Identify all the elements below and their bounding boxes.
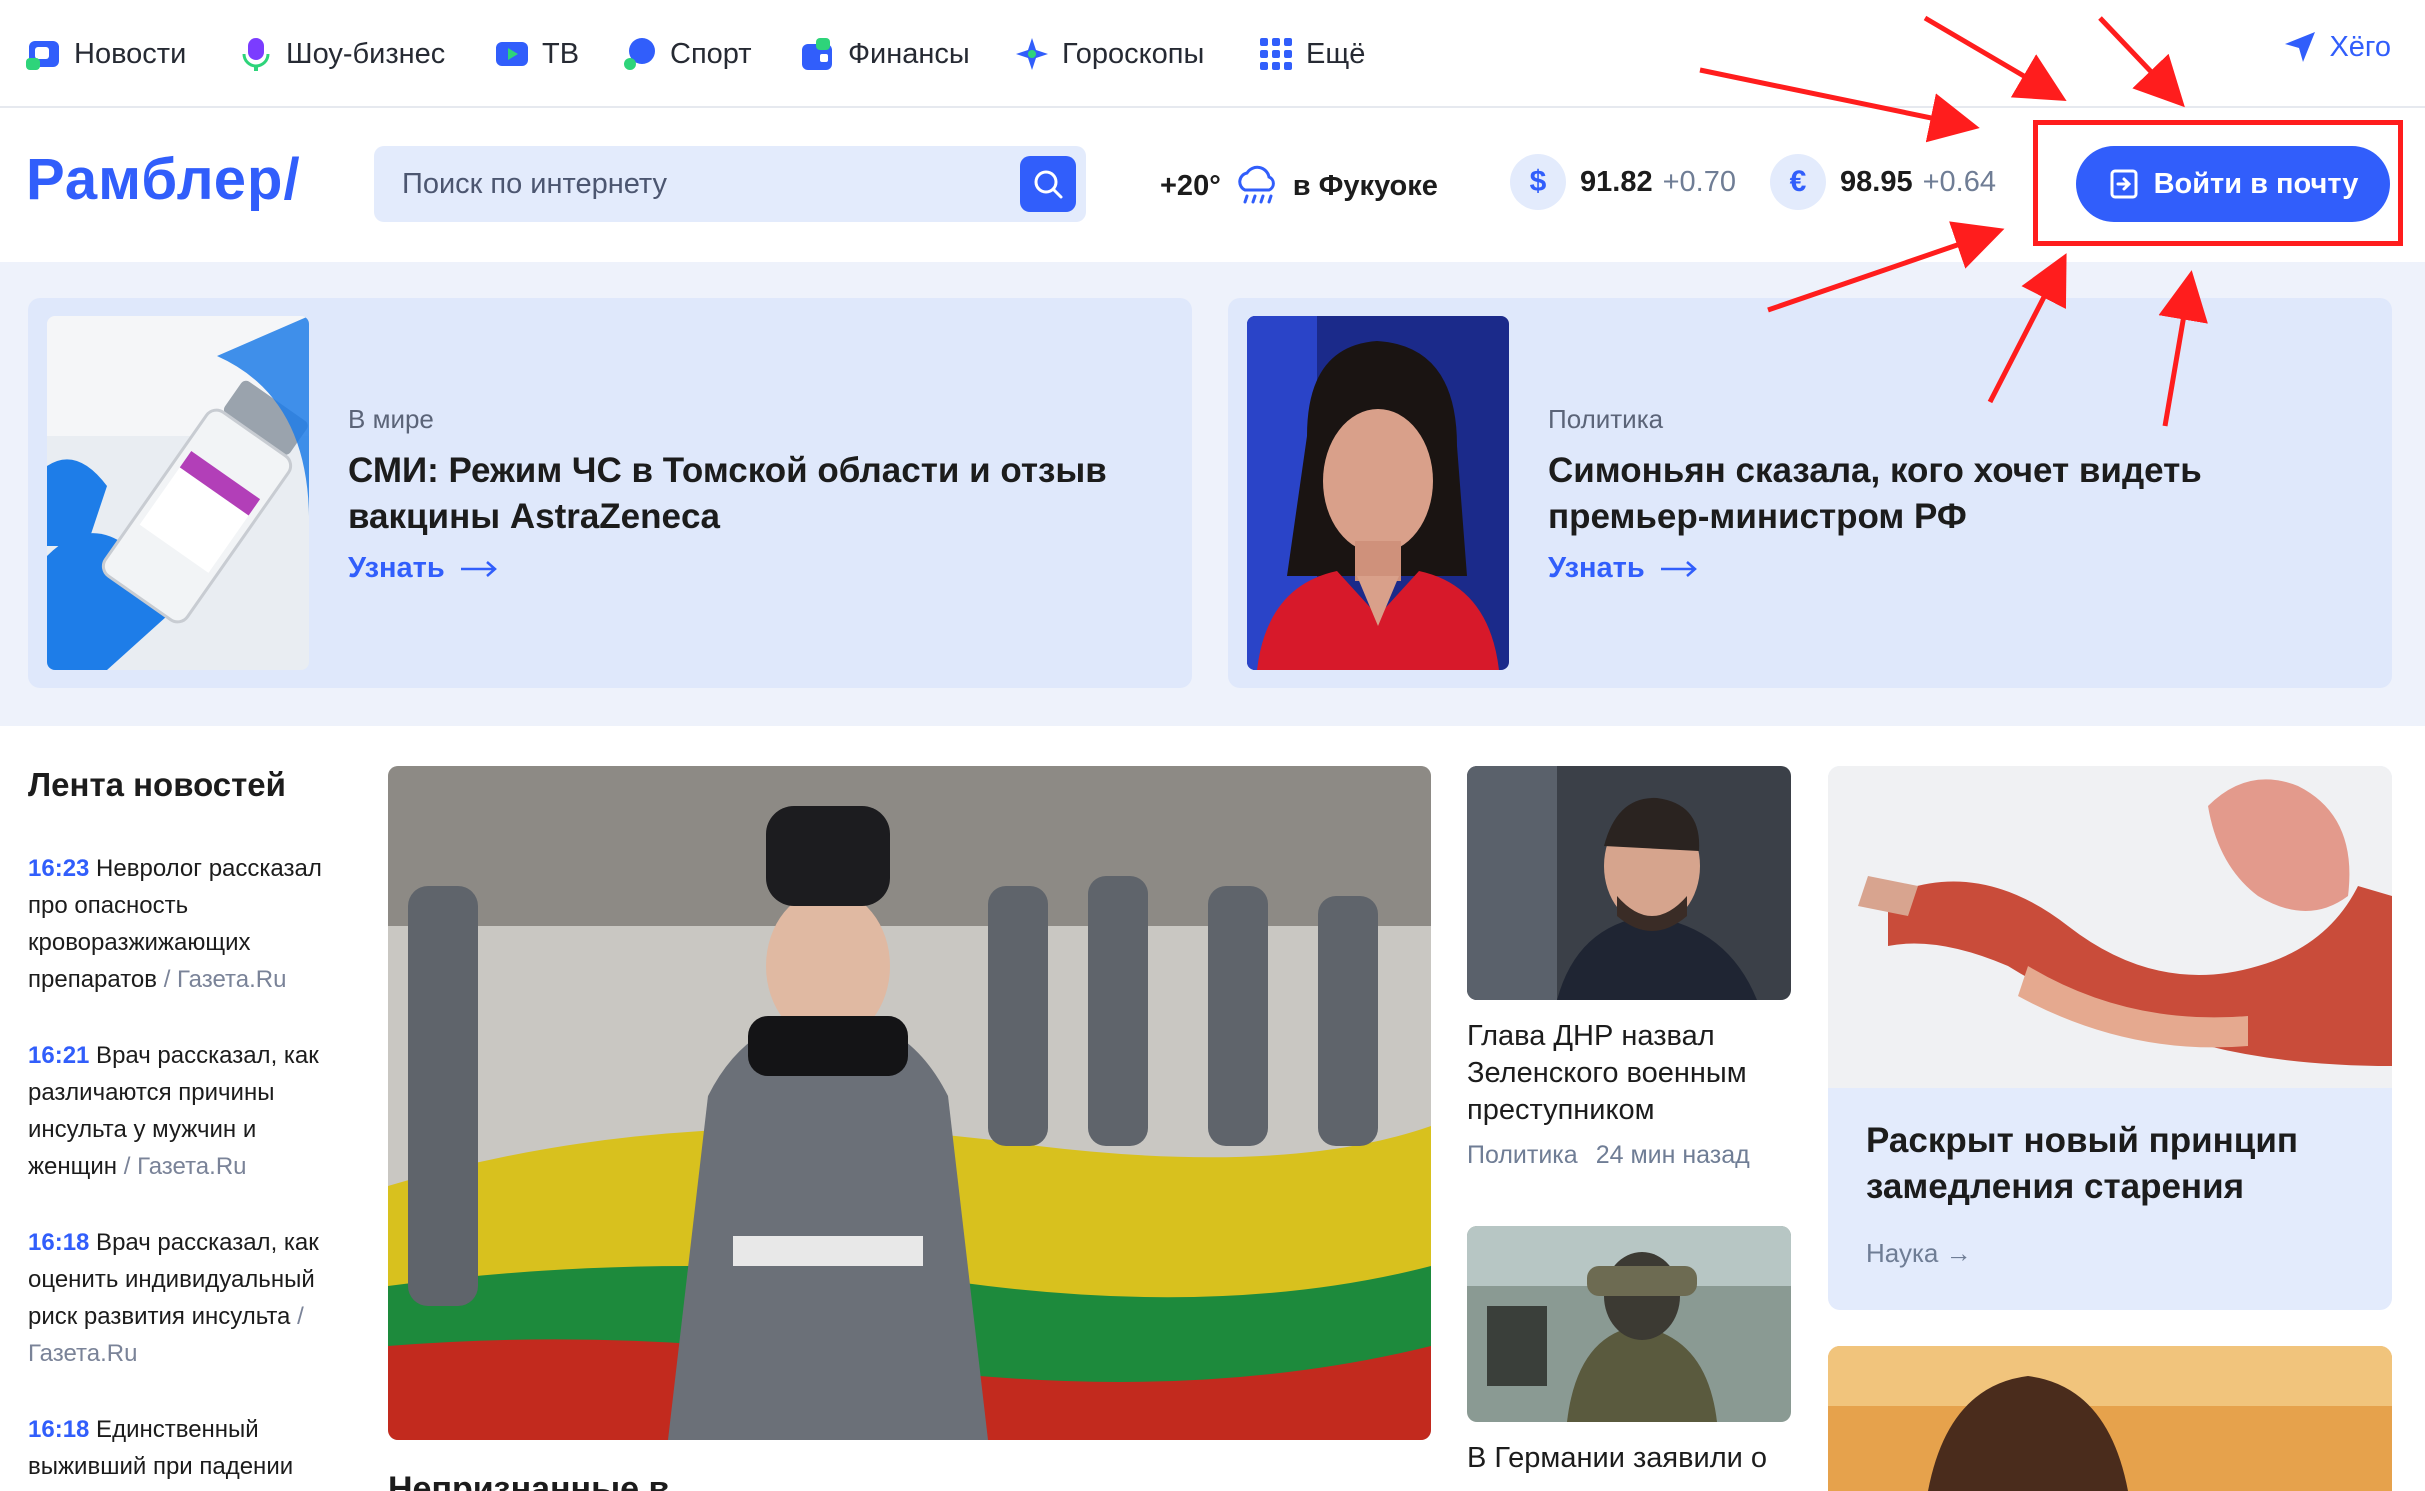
- nav-label: Новости: [74, 37, 187, 70]
- star-icon: [1014, 36, 1050, 72]
- weather-widget[interactable]: +20° в Фукуоке: [1160, 164, 1438, 208]
- rambler-logo[interactable]: Рамблер/: [26, 146, 301, 213]
- main-news-photo[interactable]: [388, 766, 1431, 1440]
- nav-item-more[interactable]: Ещё: [1258, 30, 1365, 78]
- search-icon: [1034, 170, 1063, 199]
- feed-time: 16:23: [28, 855, 90, 882]
- hero-card[interactable]: Политика Симоньян сказала, кого хочет ви…: [1228, 298, 2392, 688]
- nav-label: Ещё: [1306, 37, 1366, 70]
- nav-label: Гороскопы: [1062, 37, 1205, 70]
- more-label: Узнать: [1548, 552, 1645, 584]
- feed-item[interactable]: 16:23 Невролог рассказал про опасность к…: [28, 850, 348, 998]
- sunset-photo[interactable]: [1828, 1346, 2392, 1491]
- science-card-title: Раскрыт новый принцип замедления старени…: [1866, 1121, 2298, 1206]
- usd-value: 91.82: [1580, 165, 1653, 198]
- microphone-icon: [238, 36, 274, 72]
- arrow-right-icon: [460, 560, 497, 577]
- nav-label: Спорт: [670, 37, 752, 70]
- portrait-photo: [1247, 316, 1509, 670]
- grid-icon: [1258, 36, 1294, 72]
- hero-category: В мире: [348, 404, 434, 434]
- more-label: Узнать: [348, 552, 445, 584]
- official-photo: [1467, 766, 1791, 1000]
- nav-item-finance[interactable]: Финансы: [800, 30, 970, 78]
- side-news-card[interactable]: Глава ДНР назвал Зеленского военным прес…: [1467, 766, 1791, 1170]
- finance-icon: [800, 36, 836, 72]
- dollar-icon: $: [1510, 154, 1566, 210]
- hero-more-link[interactable]: Узнать: [348, 552, 499, 585]
- top-navigation: Новости Шоу-бизнес ТВ Спорт Финансы Горо…: [0, 0, 2425, 108]
- sport-icon: [622, 36, 658, 72]
- hero-card[interactable]: В мире СМИ: Режим ЧС в Томской области и…: [28, 298, 1192, 688]
- science-card-category: Наука →: [1866, 1238, 1972, 1268]
- feed-source: / Газета.Ru: [117, 1153, 247, 1180]
- user-name: Хёго: [2329, 30, 2391, 63]
- vaccine-photo: [47, 316, 309, 670]
- side-news-title: В Германии заявили о: [1467, 1442, 1767, 1474]
- nav-label: Финансы: [848, 37, 970, 70]
- soldier-photo: [1467, 1226, 1791, 1422]
- currency-eur[interactable]: € 98.95 +0.64: [1770, 154, 1996, 210]
- usd-delta: +0.70: [1662, 165, 1736, 198]
- side-news-card[interactable]: В Германии заявили о: [1467, 1226, 1791, 1477]
- eur-value: 98.95: [1840, 165, 1913, 198]
- search-button[interactable]: [1020, 156, 1076, 212]
- feed-time: 16:18: [28, 1229, 90, 1256]
- feed-item[interactable]: 16:18 Единственный выживший при падении: [28, 1411, 348, 1485]
- hero-title[interactable]: СМИ: Режим ЧС в Томской области и отзыв …: [348, 448, 1148, 540]
- tv-icon: [494, 36, 530, 72]
- nav-item-news[interactable]: Новости: [26, 30, 186, 78]
- nav-label: ТВ: [542, 37, 580, 70]
- location-arrow-icon: [2285, 32, 2316, 62]
- user-location[interactable]: Хёго: [2283, 30, 2391, 64]
- main-news-title[interactable]: Непризнанные в...: [388, 1470, 698, 1491]
- feed-item[interactable]: 16:18 Врач рассказал, как оценить индиви…: [28, 1224, 348, 1372]
- hero-title[interactable]: Симоньян сказала, кого хочет видеть прем…: [1548, 448, 2348, 540]
- side-news-meta: Политика 24 мин назад: [1467, 1141, 1791, 1170]
- nav-label: Шоу-бизнес: [286, 37, 446, 70]
- arrow-right-icon: [1660, 560, 1697, 577]
- feed-time: 16:18: [28, 1416, 90, 1443]
- rain-cloud-icon: [1238, 165, 1275, 204]
- nav-item-sport[interactable]: Спорт: [622, 30, 752, 78]
- anatomy-photo: [1828, 766, 2392, 1088]
- news-feed-title: Лента новостей: [28, 766, 286, 803]
- search-input[interactable]: Поиск по интернету: [374, 146, 1086, 222]
- currency-usd[interactable]: $ 91.82 +0.70: [1510, 154, 1736, 210]
- news-feed: 16:23 Невролог рассказал про опасность к…: [28, 850, 348, 1491]
- highlight-box: [2033, 120, 2403, 246]
- side-news-time: 24 мин назад: [1595, 1141, 1750, 1169]
- side-news-category: Политика: [1467, 1141, 1578, 1169]
- nav-item-showbiz[interactable]: Шоу-бизнес: [238, 30, 445, 78]
- feed-item[interactable]: 16:21 Врач рассказал, как различаются пр…: [28, 1037, 348, 1185]
- search-placeholder: Поиск по интернету: [402, 168, 668, 200]
- weather-temp: +20°: [1160, 169, 1221, 202]
- eur-delta: +0.64: [1922, 165, 1996, 198]
- science-card[interactable]: Раскрыт новый принцип замедления старени…: [1828, 766, 2392, 1310]
- hero-category: Политика: [1548, 404, 1664, 434]
- feed-time: 16:21: [28, 1042, 90, 1069]
- weather-city: в Фукуоке: [1292, 169, 1438, 202]
- news-icon: [26, 36, 62, 72]
- euro-icon: €: [1770, 154, 1826, 210]
- hero-band: В мире СМИ: Режим ЧС в Томской области и…: [0, 262, 2425, 726]
- nav-item-horoscopes[interactable]: Гороскопы: [1014, 30, 1204, 78]
- hero-more-link[interactable]: Узнать: [1548, 552, 1699, 585]
- nav-item-tv[interactable]: ТВ: [494, 30, 579, 78]
- feed-source: / Газета.Ru: [157, 966, 287, 993]
- side-news-title: Глава ДНР назвал Зеленского военным прес…: [1467, 1020, 1747, 1126]
